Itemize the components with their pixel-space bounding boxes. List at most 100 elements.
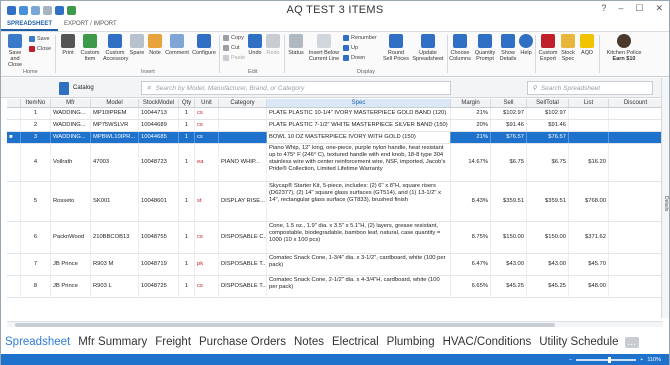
cell-sell[interactable]: $76.57 bbox=[491, 132, 527, 143]
cell-stockmodel[interactable]: 10048723 bbox=[139, 144, 179, 181]
table-row-selected[interactable]: ■ 3 WADDING... MPBWL10IPR... 10044685 1 … bbox=[7, 132, 663, 144]
zoom-in-icon[interactable]: + bbox=[640, 357, 643, 363]
cell-category[interactable]: PIANO WHIP... bbox=[219, 144, 267, 181]
tab-mfr-summary[interactable]: Mfr Summary bbox=[74, 336, 151, 348]
row-selector[interactable] bbox=[7, 120, 21, 131]
close-button[interactable]: Close bbox=[29, 46, 51, 52]
zoom-slider[interactable] bbox=[576, 356, 637, 363]
row-selector[interactable] bbox=[7, 276, 21, 297]
cell-list[interactable]: $371.62 bbox=[569, 222, 609, 253]
scrollbar-thumb[interactable] bbox=[15, 323, 555, 327]
horizontal-scrollbar[interactable] bbox=[7, 321, 663, 327]
quantity-prompt-button[interactable]: Quantity Prompt bbox=[473, 34, 497, 62]
round-sell-prices-button[interactable]: Round Sell Prices bbox=[383, 34, 409, 62]
cell-unit[interactable]: cs bbox=[195, 222, 219, 253]
col-sell[interactable]: Sell bbox=[491, 99, 527, 107]
cell-margin[interactable]: 6.47% bbox=[451, 254, 491, 275]
cell-spec[interactable]: Skycap® Starter Kit, 5-piece, includes: … bbox=[267, 182, 451, 221]
cell-discount[interactable] bbox=[609, 254, 663, 275]
cell-selltotal[interactable]: $43.00 bbox=[527, 254, 569, 275]
cell-category[interactable]: DISPOSABLE T... bbox=[219, 254, 267, 275]
cell-model[interactable]: SK001 bbox=[91, 182, 139, 221]
cell-discount[interactable] bbox=[609, 182, 663, 221]
cell-sell[interactable]: $43.00 bbox=[491, 254, 527, 275]
col-category[interactable]: Category bbox=[219, 99, 267, 107]
status-button[interactable]: Status bbox=[287, 34, 305, 56]
cell-spec[interactable]: Cone, 1.5 oz., 1.9" dia. x 3.5" x 5.1"H,… bbox=[267, 222, 451, 253]
cell-mfr[interactable]: WADDING... bbox=[51, 132, 91, 143]
cell-spec[interactable]: PLATE PLASTIC 7-1/2" WHITE MASTERPIECE S… bbox=[267, 120, 451, 131]
cell-spec[interactable]: PLATE PLASTIC 10-1/4" IVORY MASTERPIECE … bbox=[267, 108, 451, 119]
cell-stockmodel[interactable]: 10044685 bbox=[139, 132, 179, 143]
cell-list[interactable]: $768.00 bbox=[569, 182, 609, 221]
close-icon[interactable]: ✕ bbox=[655, 3, 663, 14]
settings-icon[interactable] bbox=[31, 5, 40, 15]
cell-margin[interactable]: 14.67% bbox=[451, 144, 491, 181]
menu-icon[interactable] bbox=[7, 5, 16, 15]
export-icon[interactable] bbox=[67, 5, 76, 15]
cell-itemno[interactable]: 1 bbox=[21, 108, 51, 119]
cell-selltotal[interactable]: $150.00 bbox=[527, 222, 569, 253]
cell-qty[interactable]: 1 bbox=[179, 182, 195, 221]
cell-spec[interactable]: BOWL 10 OZ MASTERPIECE IVORY WITH GOLD (… bbox=[267, 132, 451, 143]
custom-accessory-button[interactable]: Custom Accessory bbox=[103, 34, 128, 62]
cell-margin[interactable]: 8.43% bbox=[451, 182, 491, 221]
cell-sell[interactable]: $45.25 bbox=[491, 276, 527, 297]
cell-spec[interactable]: Piano Whip, 12" long, one-piece, purple … bbox=[267, 144, 451, 181]
cell-stockmodel[interactable]: 10044689 bbox=[139, 120, 179, 131]
col-itemno[interactable]: ItemNo bbox=[21, 99, 51, 107]
cell-qty[interactable]: 1 bbox=[179, 254, 195, 275]
update-spreadsheet-button[interactable]: Update Spreadsheet bbox=[411, 34, 445, 62]
cell-model[interactable]: R903 M bbox=[91, 254, 139, 275]
note-button[interactable]: Note bbox=[147, 34, 163, 56]
cell-selltotal[interactable]: $359.51 bbox=[527, 182, 569, 221]
cell-discount[interactable] bbox=[609, 144, 663, 181]
cell-selltotal[interactable]: $76.57 bbox=[527, 132, 569, 143]
cell-mfr[interactable]: PacknWood bbox=[51, 222, 91, 253]
save-close-button[interactable]: Save and Close bbox=[5, 34, 25, 68]
paste-button[interactable]: Paste bbox=[223, 55, 245, 61]
col-mfr[interactable]: Mfr bbox=[51, 99, 91, 107]
cell-unit[interactable]: cs bbox=[195, 108, 219, 119]
cell-itemno[interactable]: 2 bbox=[21, 120, 51, 131]
tab-spreadsheet[interactable]: SPREADSHEET bbox=[1, 19, 59, 31]
cell-selltotal[interactable]: $45.25 bbox=[527, 276, 569, 297]
redo-button[interactable]: Redo bbox=[265, 34, 281, 56]
catalog-button[interactable]: Catalog bbox=[59, 81, 117, 95]
table-row[interactable]: 6 PacknWood 210BBCOB13 10048755 1 cs DIS… bbox=[7, 222, 663, 254]
show-details-button[interactable]: Show Details bbox=[499, 34, 517, 62]
row-selector[interactable]: ■ bbox=[7, 132, 21, 143]
configure-button[interactable]: Configure bbox=[191, 34, 217, 56]
col-discount[interactable]: Discount bbox=[609, 99, 663, 107]
maximize-icon[interactable]: ☐ bbox=[635, 3, 643, 14]
cell-stockmodel[interactable]: 10048725 bbox=[139, 276, 179, 297]
cell-unit[interactable]: ea bbox=[195, 144, 219, 181]
cell-unit[interactable]: cs bbox=[195, 132, 219, 143]
cell-spec[interactable]: Comatec Snack Cone, 1-3/4" dia. x 3-1/2"… bbox=[267, 254, 451, 275]
help-button[interactable]: Help bbox=[519, 34, 533, 56]
cell-margin[interactable]: 8.75% bbox=[451, 222, 491, 253]
cell-itemno[interactable]: 5 bbox=[21, 182, 51, 221]
cell-selltotal[interactable]: $6.75 bbox=[527, 144, 569, 181]
more-tabs-button[interactable]: ... bbox=[624, 336, 639, 348]
cell-qty[interactable]: 1 bbox=[179, 222, 195, 253]
cell-unit[interactable]: cs bbox=[195, 276, 219, 297]
cell-stockmodel[interactable]: 10048755 bbox=[139, 222, 179, 253]
renumber-button[interactable]: Renumber bbox=[343, 35, 377, 41]
cell-list[interactable]: $16.20 bbox=[569, 144, 609, 181]
cell-margin[interactable]: 21% bbox=[451, 108, 491, 119]
cell-margin[interactable]: 21% bbox=[451, 132, 491, 143]
cell-itemno[interactable]: 7 bbox=[21, 254, 51, 275]
cell-sell[interactable]: $359.51 bbox=[491, 182, 527, 221]
tab-utility-schedule[interactable]: Utility Schedule bbox=[535, 336, 622, 348]
cell-mfr[interactable]: WADDING... bbox=[51, 120, 91, 131]
print-button[interactable]: Print bbox=[59, 34, 77, 56]
cell-sell[interactable]: $150.00 bbox=[491, 222, 527, 253]
details-side-tab[interactable]: Details bbox=[661, 196, 669, 226]
cell-category[interactable]: DISPLAY RISE... bbox=[219, 182, 267, 221]
col-stockmodel[interactable]: StockModel bbox=[139, 99, 179, 107]
cell-spec[interactable]: Comatec Snack Cone, 2-1/2" dia. x 4-3/4"… bbox=[267, 276, 451, 297]
cell-qty[interactable]: 1 bbox=[179, 108, 195, 119]
cell-qty[interactable]: 1 bbox=[179, 132, 195, 143]
cell-margin[interactable]: 20% bbox=[451, 120, 491, 131]
